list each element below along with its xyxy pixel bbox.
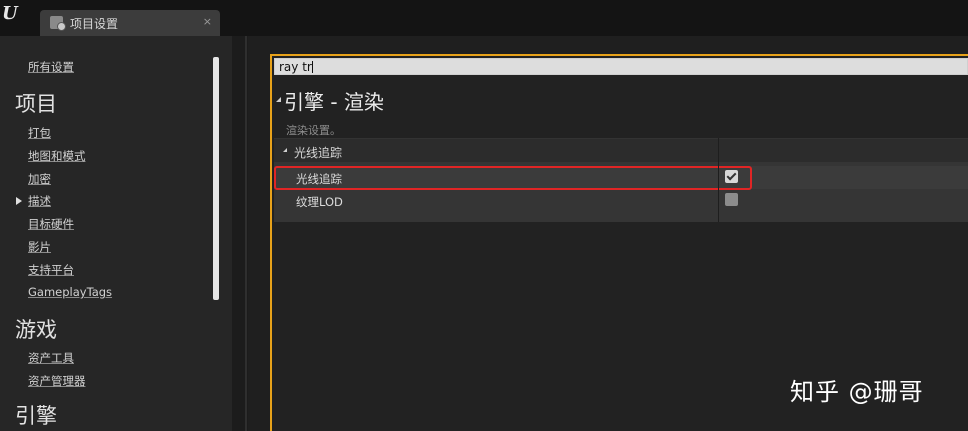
project-settings-window: U 项目设置 × 所有设置 项目 打包 地图和模式 加密 描述 目标硬件 影片 …: [0, 0, 968, 431]
search-value: ray tr: [279, 60, 312, 74]
settings-icon: [50, 16, 66, 31]
sidebar-item-description[interactable]: 描述: [28, 193, 51, 209]
settings-sidebar: 所有设置 项目 打包 地图和模式 加密 描述 目标硬件 影片 支持平台 Game…: [0, 36, 232, 431]
sidebar-item-movies[interactable]: 影片: [28, 239, 51, 255]
tab-project-settings[interactable]: 项目设置 ×: [40, 10, 220, 36]
section-description: 渲染设置。: [286, 124, 341, 137]
collapse-arrow-icon[interactable]: [276, 97, 281, 102]
sidebar-item-asset-tools[interactable]: 资产工具: [28, 350, 74, 366]
close-icon[interactable]: ×: [203, 15, 212, 28]
sidebar-item-gameplay-tags[interactable]: GameplayTags: [28, 285, 112, 299]
property-list: 光线追踪 纹理LOD: [274, 162, 968, 222]
sidebar-heading-game: 游戏: [15, 318, 57, 342]
property-row: 纹理LOD: [274, 189, 968, 212]
column-separator[interactable]: [718, 138, 719, 222]
section-title: 引擎 - 渲染: [284, 90, 384, 114]
sidebar-heading-engine: 引擎: [15, 404, 57, 428]
sidebar-item-supported-platforms[interactable]: 支持平台: [28, 262, 74, 278]
sidebar-scrollbar[interactable]: [213, 57, 219, 300]
category-row[interactable]: 光线追踪: [274, 138, 968, 163]
panel-divider[interactable]: [245, 36, 247, 431]
title-bar: U 项目设置 ×: [0, 0, 968, 36]
sidebar-item-packaging[interactable]: 打包: [28, 125, 51, 141]
texture-lod-checkbox[interactable]: [725, 193, 738, 206]
property-row: 光线追踪: [274, 166, 968, 190]
category-label: 光线追踪: [294, 146, 343, 160]
sidebar-item-target-hardware[interactable]: 目标硬件: [28, 216, 74, 232]
watermark: 知乎 @珊哥: [790, 378, 924, 406]
property-label: 纹理LOD: [296, 195, 343, 209]
expand-arrow-icon: [16, 197, 22, 205]
sidebar-item-maps-modes[interactable]: 地图和模式: [28, 148, 86, 164]
sidebar-heading-project: 项目: [15, 92, 57, 116]
text-caret: [311, 61, 313, 73]
tab-label: 项目设置: [70, 17, 119, 31]
search-input[interactable]: ray tr: [274, 58, 968, 75]
highlight-box: [274, 166, 752, 190]
unreal-logo-icon: U: [2, 3, 18, 24]
sidebar-item-asset-manager[interactable]: 资产管理器: [28, 373, 86, 389]
sidebar-item-all-settings[interactable]: 所有设置: [28, 59, 74, 75]
collapse-arrow-icon: [283, 148, 287, 152]
sidebar-item-encryption[interactable]: 加密: [28, 171, 51, 187]
